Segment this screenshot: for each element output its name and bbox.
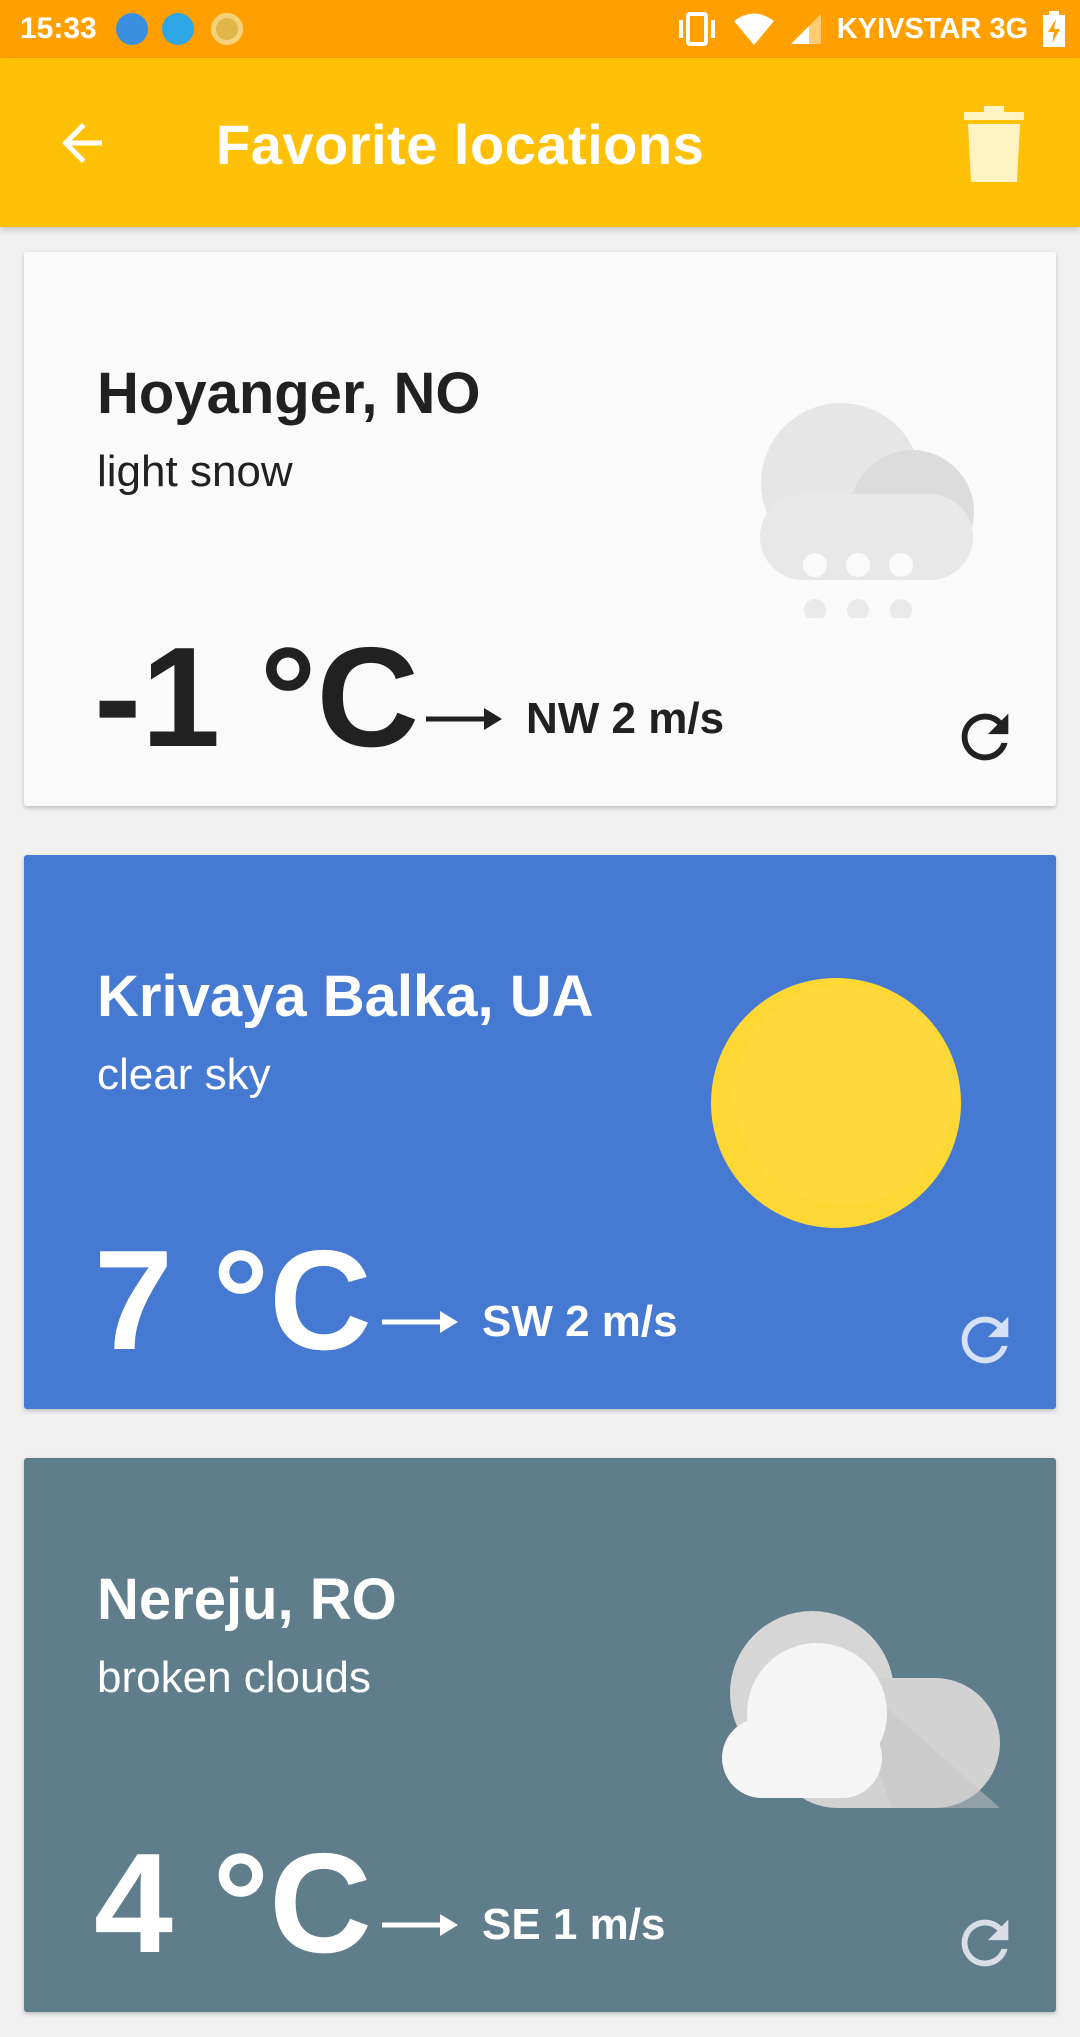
wind-label: SE 1 m/s [482,1900,666,1949]
refresh-icon[interactable] [950,1908,1020,1978]
wind-direction-icon [382,1914,458,1936]
usb-icon [116,13,148,45]
location-city: Hoyanger, NO [97,361,481,426]
temperature: 4 °C [94,1824,372,1983]
carrier-label: KYIVSTAR 3G [836,12,1028,45]
vibrate-icon [678,12,715,46]
temperature: 7 °C [94,1221,372,1380]
arrow-back-icon[interactable] [52,113,112,173]
location-card[interactable]: Nereju, RO broken clouds 4 °C SE 1 m/s [24,1458,1056,2012]
status-right: KYIVSTAR 3G [675,8,1066,50]
snow-cloud-icon [760,403,974,618]
wind-info: SE 1 m/s [382,1900,665,1950]
refresh-icon[interactable] [950,1305,1020,1375]
wind-direction-icon [426,708,502,730]
app-bar: Favorite locations [0,58,1080,227]
wind-label: NW 2 m/s [526,694,725,743]
temperature: -1 °C [94,618,420,777]
weather-description: light snow [97,447,293,496]
photo-notification-icon [211,13,243,45]
status-bar: 15:33 KYIVSTAR 3G [0,0,1080,58]
weather-description: clear sky [97,1050,271,1099]
signal-icon [790,14,821,44]
location-card[interactable]: Krivaya Balka, UA clear sky 7 °C SW 2 m/… [24,855,1056,1409]
page-title: Favorite locations [216,113,705,176]
weather-description: broken clouds [97,1653,371,1702]
wifi-icon [733,13,774,45]
location-city: Nereju, RO [97,1567,397,1632]
status-time: 15:33 [20,12,97,45]
wind-info: SW 2 m/s [382,1297,678,1347]
wind-label: SW 2 m/s [482,1297,678,1346]
location-city: Krivaya Balka, UA [97,964,594,1029]
sun-icon [711,978,961,1228]
wind-info: NW 2 m/s [426,694,724,744]
broken-clouds-icon [722,1611,1000,1808]
location-card[interactable]: Hoyanger, NO light snow -1 °C NW 2 m/s [24,252,1056,806]
telegram-icon [162,13,194,45]
battery-icon [1043,11,1065,47]
wind-direction-icon [382,1311,458,1333]
refresh-icon[interactable] [950,702,1020,772]
trash-icon[interactable] [962,106,1026,182]
